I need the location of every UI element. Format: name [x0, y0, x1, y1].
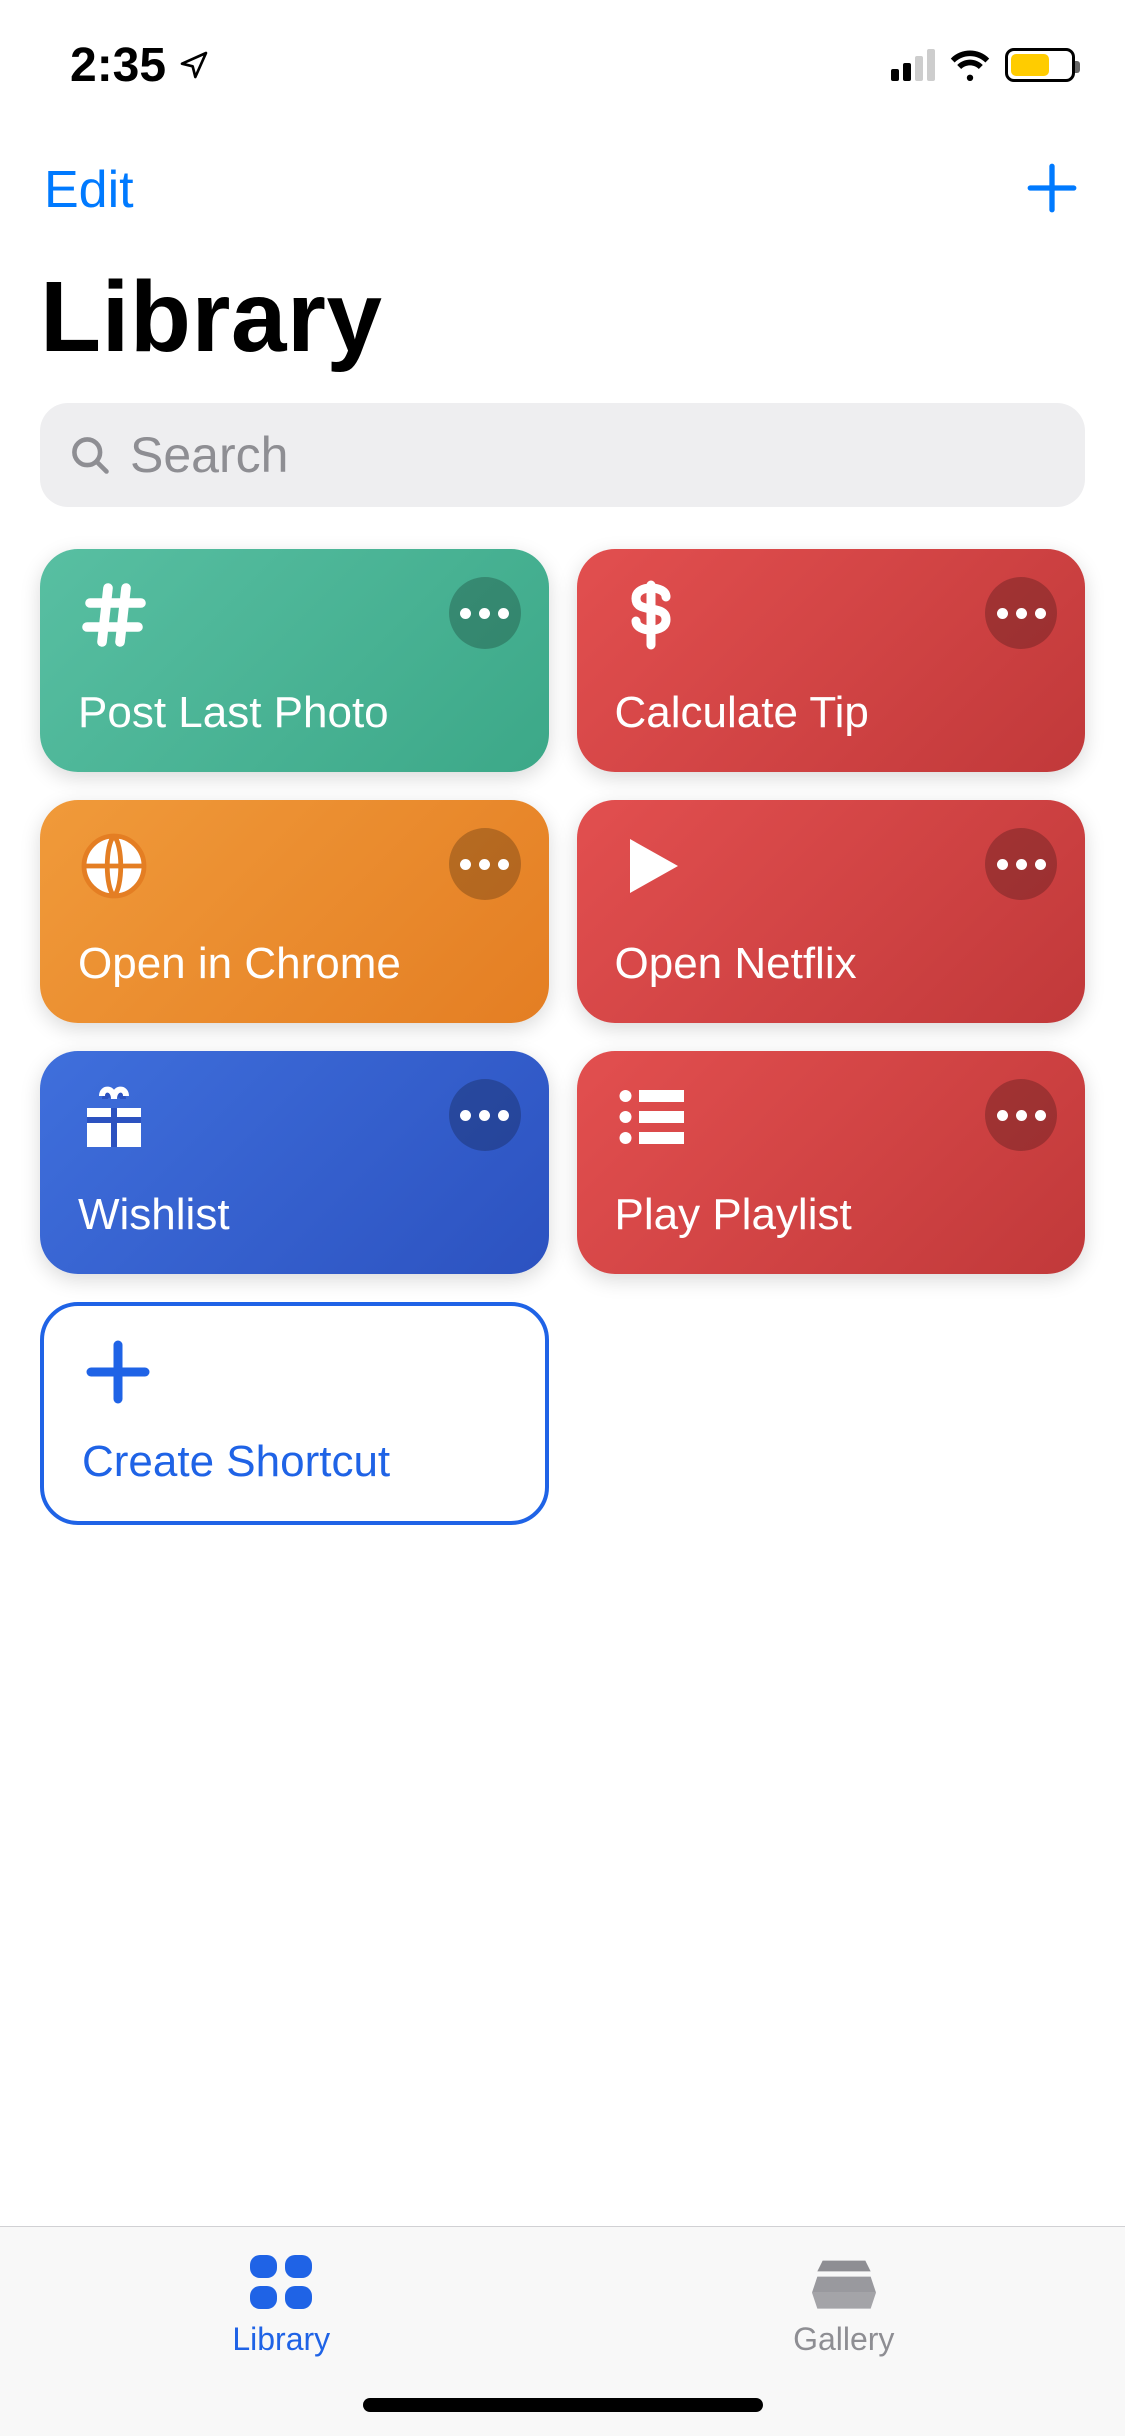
more-button[interactable]: [985, 1079, 1057, 1151]
create-shortcut-label: Create Shortcut: [82, 1437, 507, 1487]
shortcut-open-in-chrome[interactable]: Open in Chrome: [40, 800, 549, 1023]
status-time-text: 2:35: [70, 38, 166, 93]
shortcut-label: Wishlist: [78, 1190, 511, 1240]
shortcut-calculate-tip[interactable]: Calculate Tip: [577, 549, 1086, 772]
shortcut-wishlist[interactable]: Wishlist: [40, 1051, 549, 1274]
status-time: 2:35: [70, 38, 210, 93]
cell-signal-icon: [891, 49, 935, 81]
wifi-icon: [949, 49, 991, 81]
edit-button[interactable]: Edit: [44, 160, 134, 220]
more-button[interactable]: [985, 577, 1057, 649]
globe-icon: [78, 830, 150, 902]
shortcut-label: Open in Chrome: [78, 939, 511, 989]
play-icon: [615, 830, 687, 902]
shortcut-label: Post Last Photo: [78, 688, 511, 738]
shortcut-label: Open Netflix: [615, 939, 1048, 989]
shortcut-play-playlist[interactable]: Play Playlist: [577, 1051, 1086, 1274]
search-icon: [68, 433, 112, 477]
shortcuts-grid: Post Last Photo Calculate Tip Open in Ch…: [0, 507, 1125, 1567]
dollar-icon: [615, 579, 687, 651]
more-button[interactable]: [449, 577, 521, 649]
location-arrow-icon: [178, 49, 210, 81]
plus-icon: [1023, 159, 1081, 217]
more-button[interactable]: [985, 828, 1057, 900]
page-title: Library: [0, 250, 1125, 403]
list-icon: [615, 1081, 687, 1153]
battery-icon: [1005, 48, 1075, 82]
shortcut-post-last-photo[interactable]: Post Last Photo: [40, 549, 549, 772]
shortcut-label: Play Playlist: [615, 1190, 1048, 1240]
nav-bar: Edit: [0, 130, 1125, 250]
create-shortcut-tile[interactable]: Create Shortcut: [40, 1302, 549, 1525]
hashtag-icon: [78, 579, 150, 651]
status-indicators: [891, 48, 1075, 82]
home-indicator[interactable]: [363, 2398, 763, 2412]
shortcut-open-netflix[interactable]: Open Netflix: [577, 800, 1086, 1023]
gift-icon: [78, 1081, 150, 1153]
library-tab-icon: [250, 2255, 312, 2309]
search-input[interactable]: [130, 426, 1057, 484]
status-bar: 2:35: [0, 0, 1125, 130]
more-button[interactable]: [449, 1079, 521, 1151]
search-field[interactable]: [40, 403, 1085, 507]
shortcut-label: Calculate Tip: [615, 688, 1048, 738]
plus-icon: [82, 1336, 154, 1408]
more-button[interactable]: [449, 828, 521, 900]
gallery-tab-icon: [812, 2255, 876, 2309]
tab-gallery-label: Gallery: [793, 2321, 894, 2358]
add-button[interactable]: [1023, 159, 1081, 222]
tab-library-label: Library: [232, 2321, 330, 2358]
